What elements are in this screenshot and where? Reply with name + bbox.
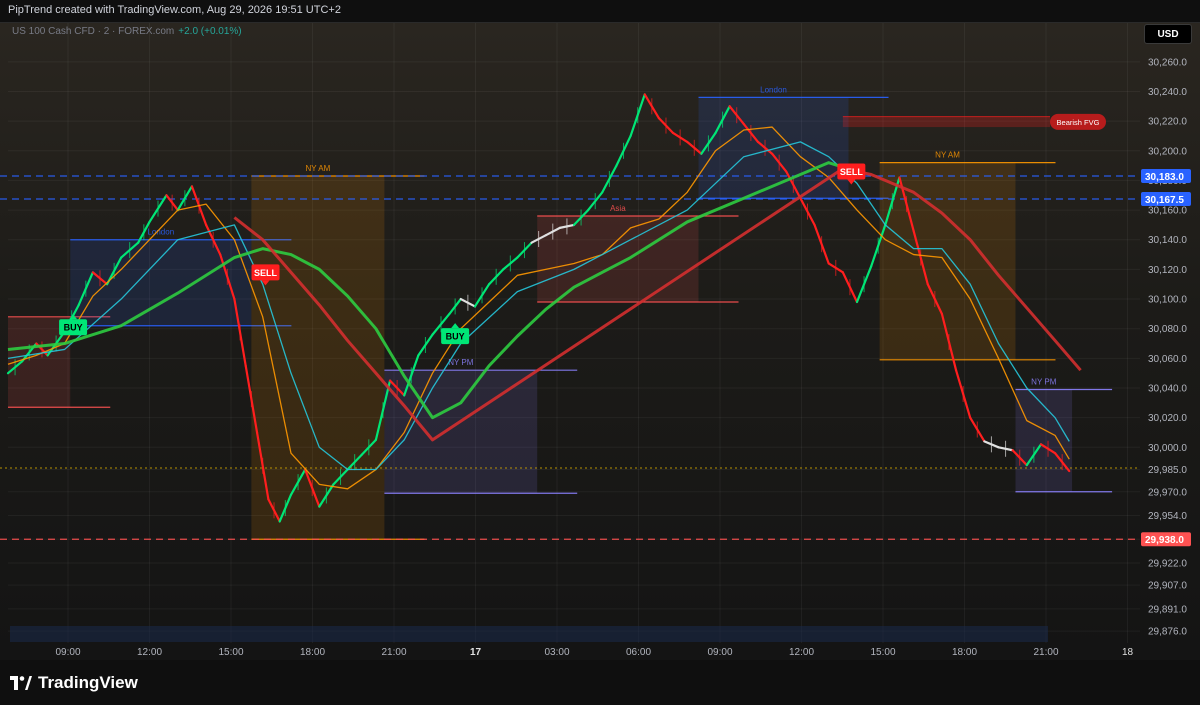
symbol-name: US 100 Cash CFD · 2 · FOREX.com bbox=[12, 26, 175, 37]
y-tick-label: 30,120.0 bbox=[1148, 265, 1187, 276]
signal-label: BUY bbox=[446, 332, 465, 342]
x-tick-label: 21:00 bbox=[381, 647, 406, 658]
y-tick-label: 30,040.0 bbox=[1148, 383, 1187, 394]
y-tick-label: 29,907.0 bbox=[1148, 581, 1187, 592]
signal-label: SELL bbox=[254, 268, 278, 278]
signal-label: BUY bbox=[64, 323, 83, 333]
y-tick-label: 29,954.0 bbox=[1148, 511, 1187, 522]
y-tick-label: 30,160.0 bbox=[1148, 206, 1187, 217]
session-label: NY AM bbox=[935, 151, 960, 160]
y-tick-label: 29,922.0 bbox=[1148, 558, 1187, 569]
currency-button[interactable]: USD bbox=[1144, 24, 1192, 44]
y-tick-label: 29,891.0 bbox=[1148, 604, 1187, 615]
tradingview-logo-icon bbox=[10, 676, 32, 690]
price-change: +2.0 (+0.01%) bbox=[178, 26, 242, 37]
chart-area[interactable]: London NY AM NY PM Asia London NY AM NY PM Bea… bbox=[0, 22, 1200, 662]
y-tick-label: 30,080.0 bbox=[1148, 324, 1187, 335]
y-tick-label: 30,020.0 bbox=[1148, 413, 1187, 424]
session-label: London bbox=[147, 228, 174, 237]
session-label: NY PM bbox=[448, 358, 474, 367]
y-tick-label: 29,970.0 bbox=[1148, 487, 1187, 498]
price-label-text: 30,167.5 bbox=[1145, 195, 1184, 206]
y-tick-label: 30,100.0 bbox=[1148, 295, 1187, 306]
x-tick-label: 21:00 bbox=[1033, 647, 1058, 658]
symbol-legend[interactable]: US 100 Cash CFD · 2 · FOREX.com +2.0 (+0.… bbox=[12, 26, 242, 37]
x-tick-label: 18:00 bbox=[300, 647, 325, 658]
x-tick-label: 17 bbox=[470, 647, 482, 658]
y-tick-label: 30,060.0 bbox=[1148, 354, 1187, 365]
session-box bbox=[698, 97, 849, 199]
y-tick-label: 30,260.0 bbox=[1148, 57, 1187, 68]
x-tick-label: 09:00 bbox=[55, 647, 80, 658]
x-tick-label: 06:00 bbox=[626, 647, 651, 658]
x-tick-label: 15:00 bbox=[218, 647, 243, 658]
x-tick-label: 03:00 bbox=[544, 647, 569, 658]
volume-band bbox=[10, 626, 1048, 642]
session-label: NY PM bbox=[1031, 377, 1057, 386]
y-tick-label: 30,240.0 bbox=[1148, 87, 1187, 98]
fvg-label: Bearish FVG bbox=[1057, 118, 1100, 127]
y-tick-label: 30,220.0 bbox=[1148, 117, 1187, 128]
y-tick-label: 30,140.0 bbox=[1148, 235, 1187, 246]
x-tick-label: 18:00 bbox=[952, 647, 977, 658]
signal-label: SELL bbox=[840, 167, 864, 177]
session-label: London bbox=[760, 85, 787, 94]
chart-caption: PipTrend created with TradingView.com, A… bbox=[8, 4, 341, 16]
session-label: NY AM bbox=[306, 164, 331, 173]
y-tick-label: 29,876.0 bbox=[1148, 627, 1187, 638]
tradingview-logo[interactable]: TradingView bbox=[10, 673, 138, 693]
session-box bbox=[879, 162, 1016, 360]
session-box bbox=[1015, 389, 1073, 492]
chart-svg[interactable]: London NY AM NY PM Asia London NY AM NY PM Bea… bbox=[0, 23, 1200, 661]
fvg-zone bbox=[842, 116, 1050, 128]
top-bar: PipTrend created with TradingView.com, A… bbox=[0, 0, 1200, 22]
x-tick-label: 18 bbox=[1122, 647, 1134, 658]
y-tick-label: 30,000.0 bbox=[1148, 443, 1187, 454]
footer bbox=[0, 660, 1200, 705]
price-label-text: 29,938.0 bbox=[1145, 535, 1184, 546]
y-tick-label: 30,200.0 bbox=[1148, 146, 1187, 157]
y-tick-label: 29,985.0 bbox=[1148, 465, 1187, 476]
brand-name: TradingView bbox=[38, 673, 138, 692]
x-tick-label: 09:00 bbox=[707, 647, 732, 658]
session-label: Asia bbox=[610, 204, 626, 213]
x-tick-label: 15:00 bbox=[870, 647, 895, 658]
session-box bbox=[70, 239, 252, 326]
x-tick-label: 12:00 bbox=[137, 647, 162, 658]
price-label-text: 30,183.0 bbox=[1145, 172, 1184, 183]
x-tick-label: 12:00 bbox=[789, 647, 814, 658]
